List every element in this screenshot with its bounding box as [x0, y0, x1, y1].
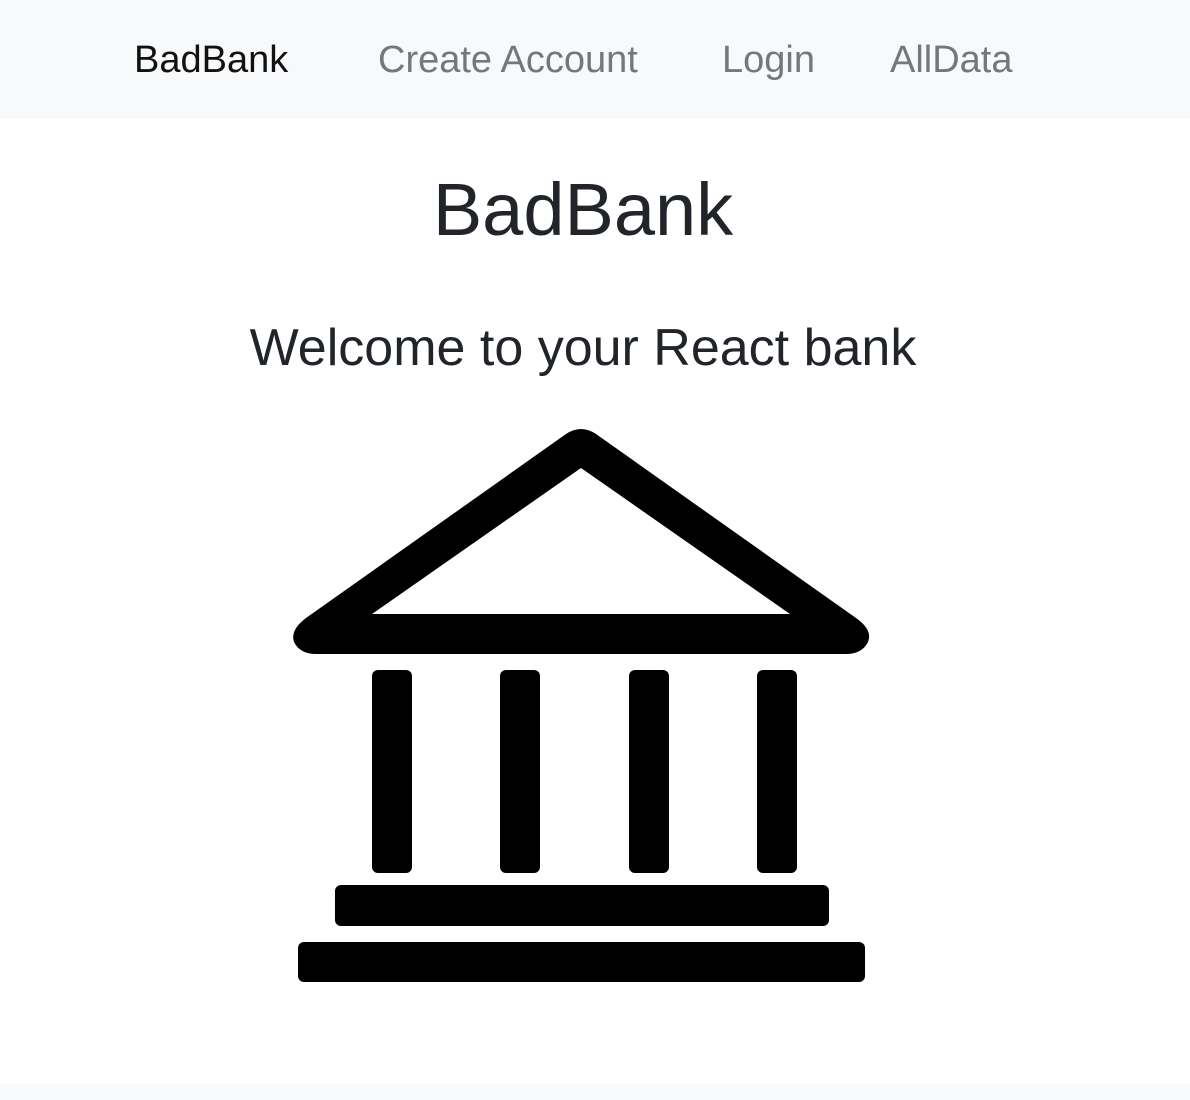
navbar-brand-link[interactable]: BadBank: [134, 36, 288, 84]
bank-lower-step: [298, 942, 865, 982]
nav-link-login[interactable]: Login: [722, 36, 815, 84]
bank-column-4: [757, 670, 797, 873]
bank-column-3: [629, 670, 669, 873]
nav-link-create-account[interactable]: Create Account: [378, 36, 638, 84]
bank-column-1: [372, 670, 412, 873]
bank-upper-step: [335, 885, 829, 926]
page-title: BadBank: [432, 168, 734, 251]
bank-roof: [293, 429, 870, 654]
welcome-subtitle: Welcome to your React bank: [249, 319, 917, 377]
top-navbar: BadBank Create Account Login AllData: [0, 0, 1190, 119]
bank-column-2: [500, 670, 540, 873]
bank-building-icon: [293, 429, 870, 982]
nav-link-alldata[interactable]: AllData: [890, 36, 1013, 84]
footer-strip: [0, 1084, 1190, 1100]
